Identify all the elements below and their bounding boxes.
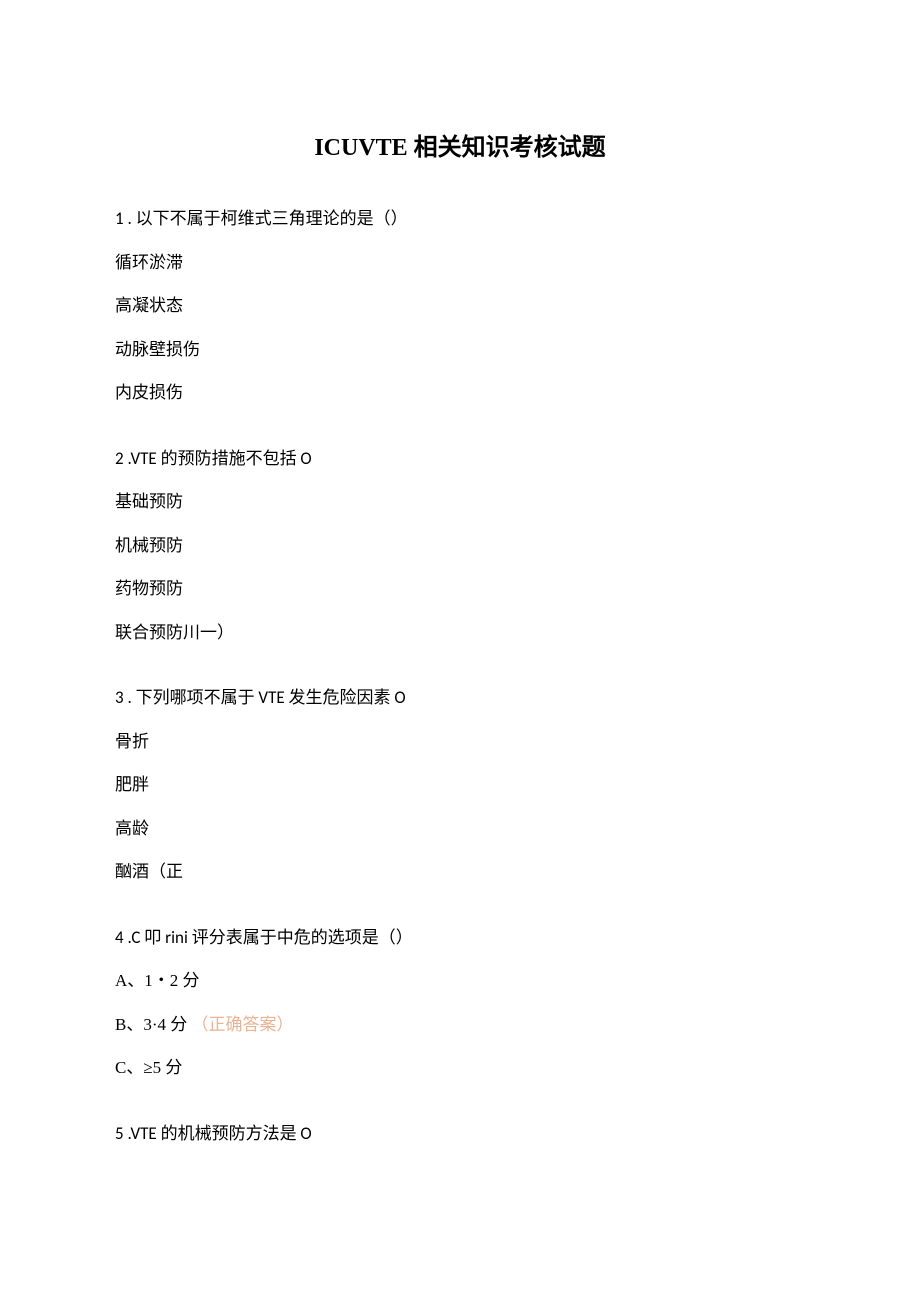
q4-option-a: A、1・2 分 — [115, 968, 805, 994]
q2-option-a: 基础预防 — [115, 489, 805, 515]
q5-stem: 5 .VTE 的机械预防方法是 O — [115, 1121, 805, 1147]
q3-option-a: 骨折 — [115, 729, 805, 755]
q1-option-d: 内皮损伤 — [115, 380, 805, 406]
q2-stem: 2 .VTE 的预防措施不包括 O — [115, 446, 805, 472]
q1-option-a: 循环淤滞 — [115, 250, 805, 276]
q3-option-c: 高龄 — [115, 816, 805, 842]
q2-option-d: 联合预防川一） — [115, 620, 805, 646]
q4-option-c: C、≥5 分 — [115, 1055, 805, 1081]
q3-option-b: 肥胖 — [115, 772, 805, 798]
q3-option-d: 酗酒（正 — [115, 859, 805, 885]
q2-option-b: 机械预防 — [115, 533, 805, 559]
q1-stem: 1 . 以下不属于柯维式三角理论的是（） — [115, 206, 805, 232]
q2-option-c: 药物预防 — [115, 576, 805, 602]
correct-answer-mark: （正确答案） — [192, 1015, 294, 1034]
q1-option-c: 动脉壁损伤 — [115, 337, 805, 363]
q4-stem: 4 .C 叩 rini 评分表属于中危的选项是（） — [115, 925, 805, 951]
q3-stem: 3 . 下列哪项不属于 VTE 发生危险因素 O — [115, 685, 805, 711]
q4-option-b-text: B、3·4 分 — [115, 1015, 187, 1034]
page-title: ICUVTE 相关知识考核试题 — [115, 130, 805, 166]
q1-option-b: 高凝状态 — [115, 293, 805, 319]
q4-option-b: B、3·4 分 （正确答案） — [115, 1012, 805, 1038]
